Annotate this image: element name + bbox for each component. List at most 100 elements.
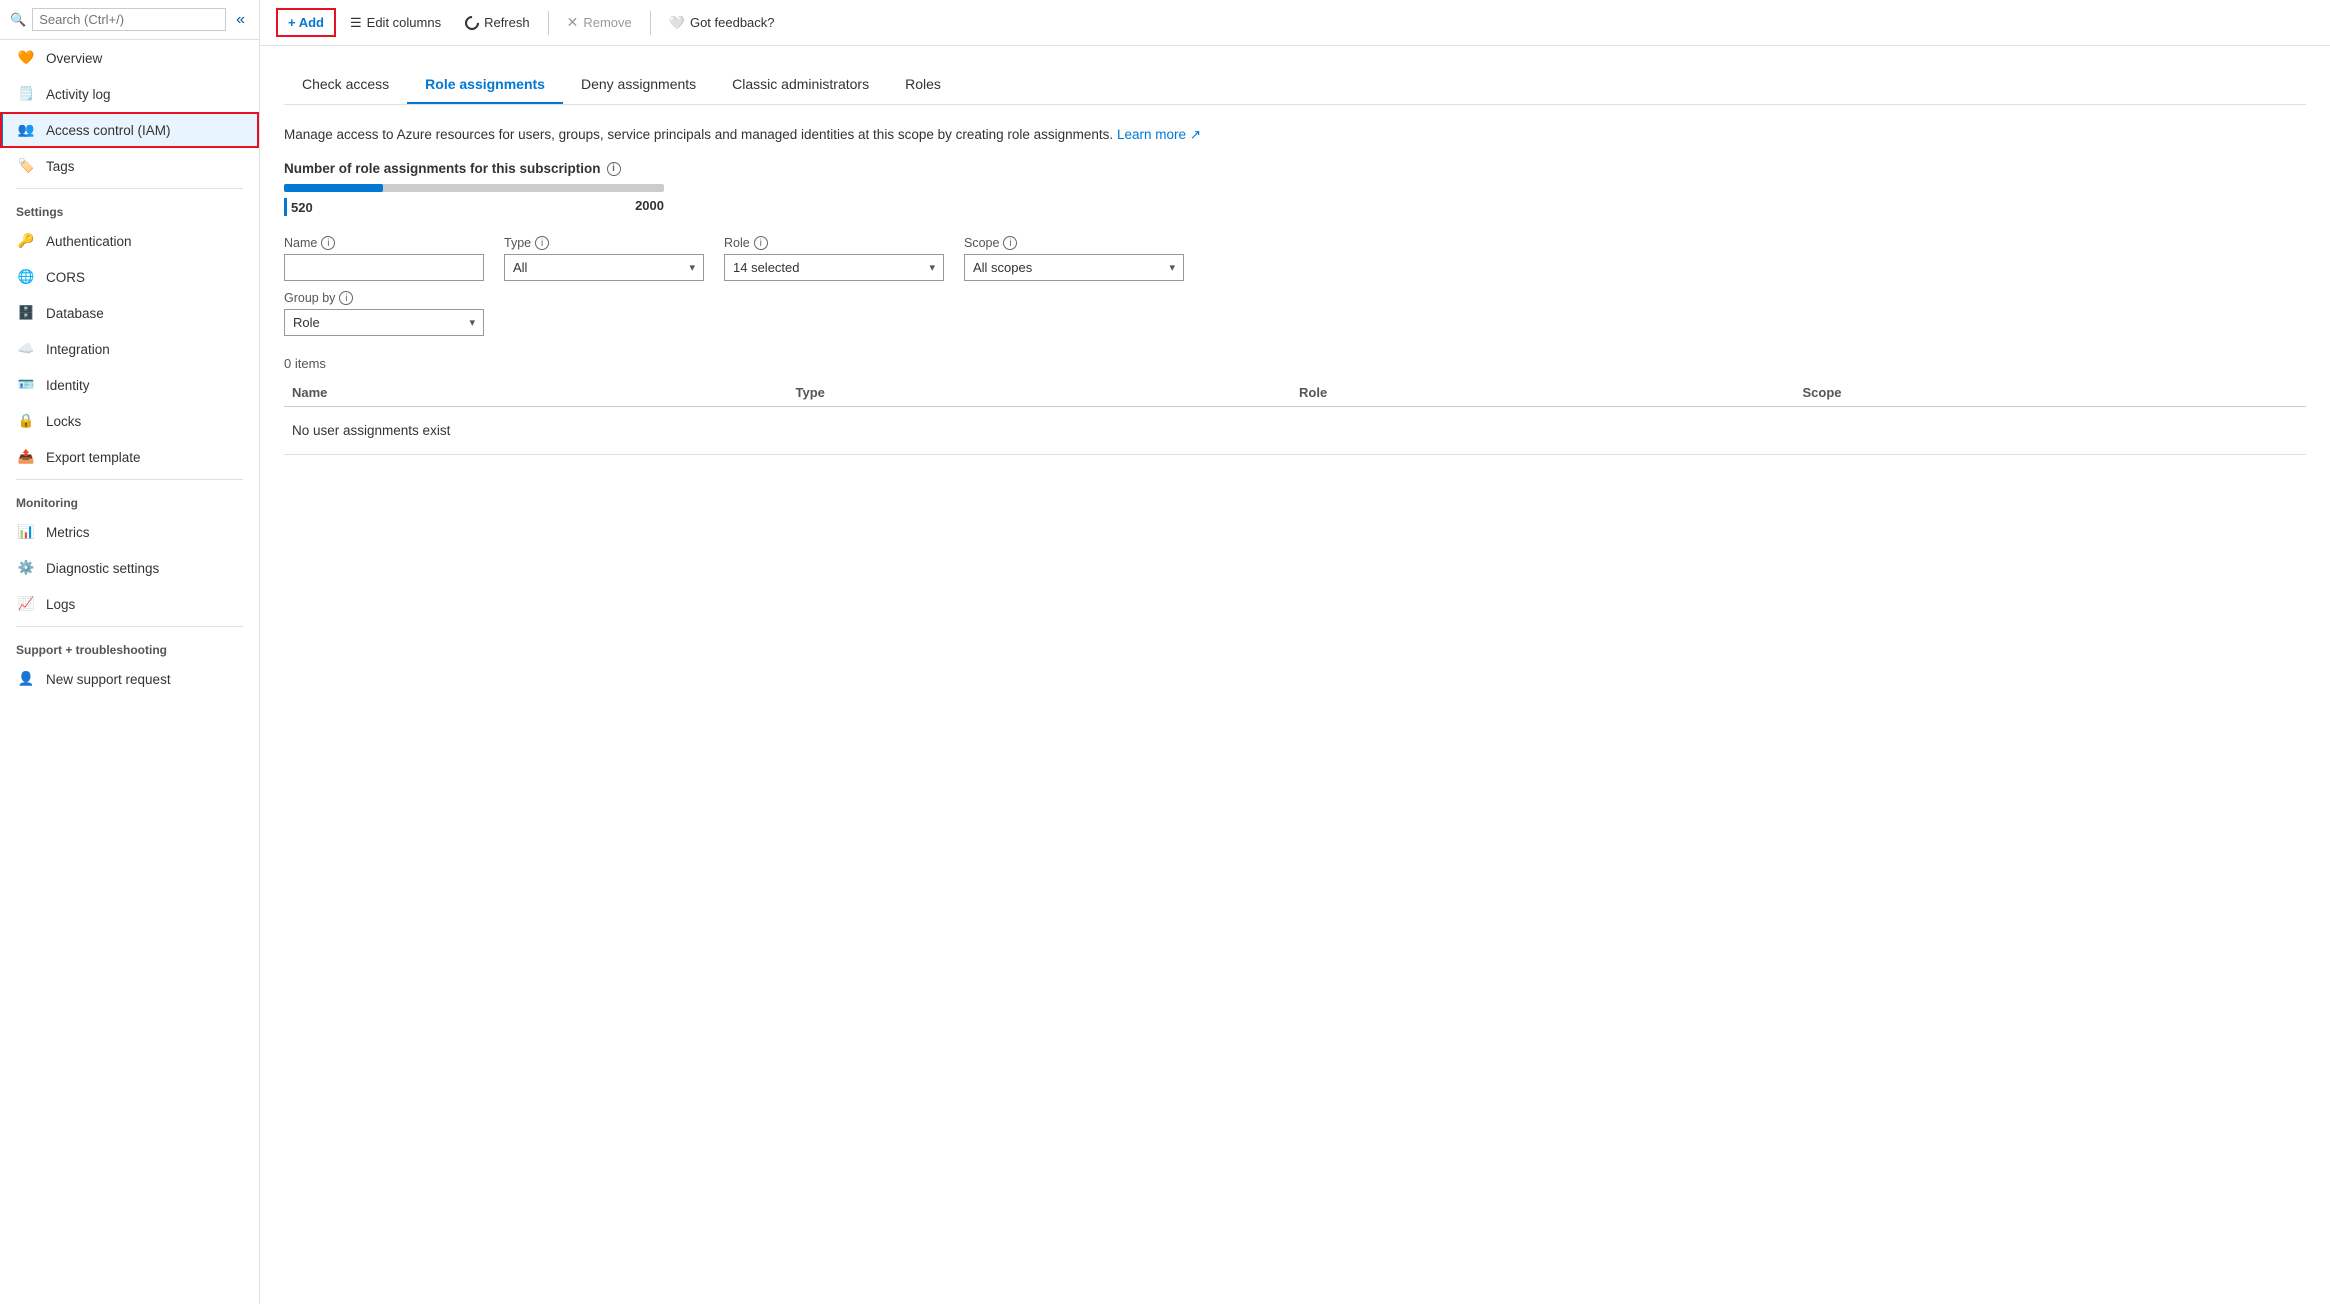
divider-monitoring: [16, 479, 243, 480]
divider-2: [650, 11, 651, 35]
sidebar-item-cors[interactable]: 🌐 CORS: [0, 259, 259, 295]
filter-scope: Scope i All scopes ▾: [964, 236, 1184, 281]
section-label-settings: Settings: [0, 193, 259, 223]
sidebar-item-label: Access control (IAM): [46, 123, 171, 138]
progress-bar: [284, 184, 664, 192]
col-header-name: Name: [284, 385, 796, 400]
sidebar-item-label: Activity log: [46, 87, 111, 102]
remove-button[interactable]: ✕ Remove: [557, 9, 642, 36]
toolbar: + Add ☰ Edit columns Refresh ✕ Remove 🤍 …: [260, 0, 2330, 46]
filter-type: Type i All ▾: [504, 236, 704, 281]
sidebar-item-overview[interactable]: 🧡 Overview: [0, 40, 259, 76]
divider-settings: [16, 188, 243, 189]
divider-1: [548, 11, 549, 35]
group-by-filter: Group by i Role ▾: [284, 291, 2306, 336]
search-input[interactable]: [32, 8, 226, 31]
group-by-info-icon: i: [339, 291, 353, 305]
scope-chevron-icon: ▾: [1169, 261, 1175, 274]
items-count: 0 items: [284, 356, 2306, 371]
sidebar-item-label: Export template: [46, 450, 141, 465]
sidebar-item-tags[interactable]: 🏷️ Tags: [0, 148, 259, 184]
tab-roles[interactable]: Roles: [887, 66, 959, 104]
export-icon: 📤: [16, 447, 36, 467]
sidebar-item-database[interactable]: 🗄️ Database: [0, 295, 259, 331]
sidebar: 🔍 « 🧡 Overview 🗒️ Activity log 👥 Access …: [0, 0, 260, 1304]
count-section: Number of role assignments for this subs…: [284, 161, 2306, 216]
col-header-role: Role: [1299, 385, 1803, 400]
tab-deny-assignments[interactable]: Deny assignments: [563, 66, 714, 104]
refresh-label: Refresh: [484, 15, 530, 30]
count-label: Number of role assignments for this subs…: [284, 161, 2306, 176]
filter-group-by: Group by i Role ▾: [284, 291, 484, 336]
scope-filter-value: All scopes: [973, 260, 1032, 275]
logs-icon: 📈: [16, 594, 36, 614]
scope-filter-select[interactable]: All scopes ▾: [964, 254, 1184, 281]
group-by-select[interactable]: Role ▾: [284, 309, 484, 336]
role-chevron-icon: ▾: [929, 261, 935, 274]
progress-bar-fill: [284, 184, 383, 192]
tag-icon: 🏷️: [16, 156, 36, 176]
divider-support: [16, 626, 243, 627]
tab-classic-administrators[interactable]: Classic administrators: [714, 66, 887, 104]
add-button[interactable]: + Add: [276, 8, 336, 37]
table-empty-message: No user assignments exist: [284, 407, 2306, 455]
sidebar-item-label: CORS: [46, 270, 85, 285]
sidebar-item-access-control[interactable]: 👥 Access control (IAM): [0, 112, 259, 148]
type-chevron-icon: ▾: [689, 261, 695, 274]
name-filter-input[interactable]: [284, 254, 484, 281]
count-info-icon: i: [607, 162, 621, 176]
collapse-sidebar-button[interactable]: «: [232, 9, 249, 31]
sidebar-item-diagnostic-settings[interactable]: ⚙️ Diagnostic settings: [0, 550, 259, 586]
refresh-button[interactable]: Refresh: [455, 10, 540, 35]
name-info-icon: i: [321, 236, 335, 250]
role-filter-select[interactable]: 14 selected ▾: [724, 254, 944, 281]
group-by-value: Role: [293, 315, 320, 330]
type-filter-value: All: [513, 260, 527, 275]
type-filter-select[interactable]: All ▾: [504, 254, 704, 281]
feedback-button[interactable]: 🤍 Got feedback?: [659, 10, 785, 36]
cloud-icon: ☁️: [16, 339, 36, 359]
role-info-icon: i: [754, 236, 768, 250]
current-marker: [284, 198, 287, 216]
learn-more-link[interactable]: Learn more ↗: [1117, 127, 1201, 142]
section-label-monitoring: Monitoring: [0, 484, 259, 514]
sidebar-item-label: Logs: [46, 597, 75, 612]
section-label-support: Support + troubleshooting: [0, 631, 259, 661]
col-header-type: Type: [796, 385, 1300, 400]
edit-columns-button[interactable]: ☰ Edit columns: [340, 10, 451, 36]
sidebar-item-locks[interactable]: 🔒 Locks: [0, 403, 259, 439]
support-icon: 👤: [16, 669, 36, 689]
sidebar-item-label: Identity: [46, 378, 90, 393]
heart-feedback-icon: 🤍: [669, 15, 685, 31]
sidebar-item-export-template[interactable]: 📤 Export template: [0, 439, 259, 475]
group-by-chevron-icon: ▾: [469, 316, 475, 329]
sidebar-item-authentication[interactable]: 🔑 Authentication: [0, 223, 259, 259]
id-icon: 🪪: [16, 375, 36, 395]
filter-role: Role i 14 selected ▾: [724, 236, 944, 281]
type-info-icon: i: [535, 236, 549, 250]
sidebar-item-label: Tags: [46, 159, 75, 174]
sidebar-item-label: Diagnostic settings: [46, 561, 159, 576]
sidebar-item-label: Integration: [46, 342, 110, 357]
sidebar-item-metrics[interactable]: 📊 Metrics: [0, 514, 259, 550]
sidebar-item-label: New support request: [46, 672, 171, 687]
sidebar-item-new-support-request[interactable]: 👤 New support request: [0, 661, 259, 697]
heart-icon: 🧡: [16, 48, 36, 68]
filter-scope-label: Scope i: [964, 236, 1184, 250]
sidebar-item-label: Database: [46, 306, 104, 321]
search-icon: 🔍: [10, 12, 26, 28]
content-area: Check access Role assignments Deny assig…: [260, 46, 2330, 1304]
sidebar-item-logs[interactable]: 📈 Logs: [0, 586, 259, 622]
tab-check-access[interactable]: Check access: [284, 66, 407, 104]
sidebar-item-activity-log[interactable]: 🗒️ Activity log: [0, 76, 259, 112]
people-icon: 👥: [16, 120, 36, 140]
tab-role-assignments[interactable]: Role assignments: [407, 66, 563, 104]
max-count: 2000: [635, 198, 664, 216]
filter-name-label: Name i: [284, 236, 484, 250]
sidebar-item-label: Authentication: [46, 234, 132, 249]
sidebar-item-integration[interactable]: ☁️ Integration: [0, 331, 259, 367]
scope-info-icon: i: [1003, 236, 1017, 250]
col-header-scope: Scope: [1803, 385, 2307, 400]
group-by-label: Group by i: [284, 291, 484, 305]
sidebar-item-identity[interactable]: 🪪 Identity: [0, 367, 259, 403]
